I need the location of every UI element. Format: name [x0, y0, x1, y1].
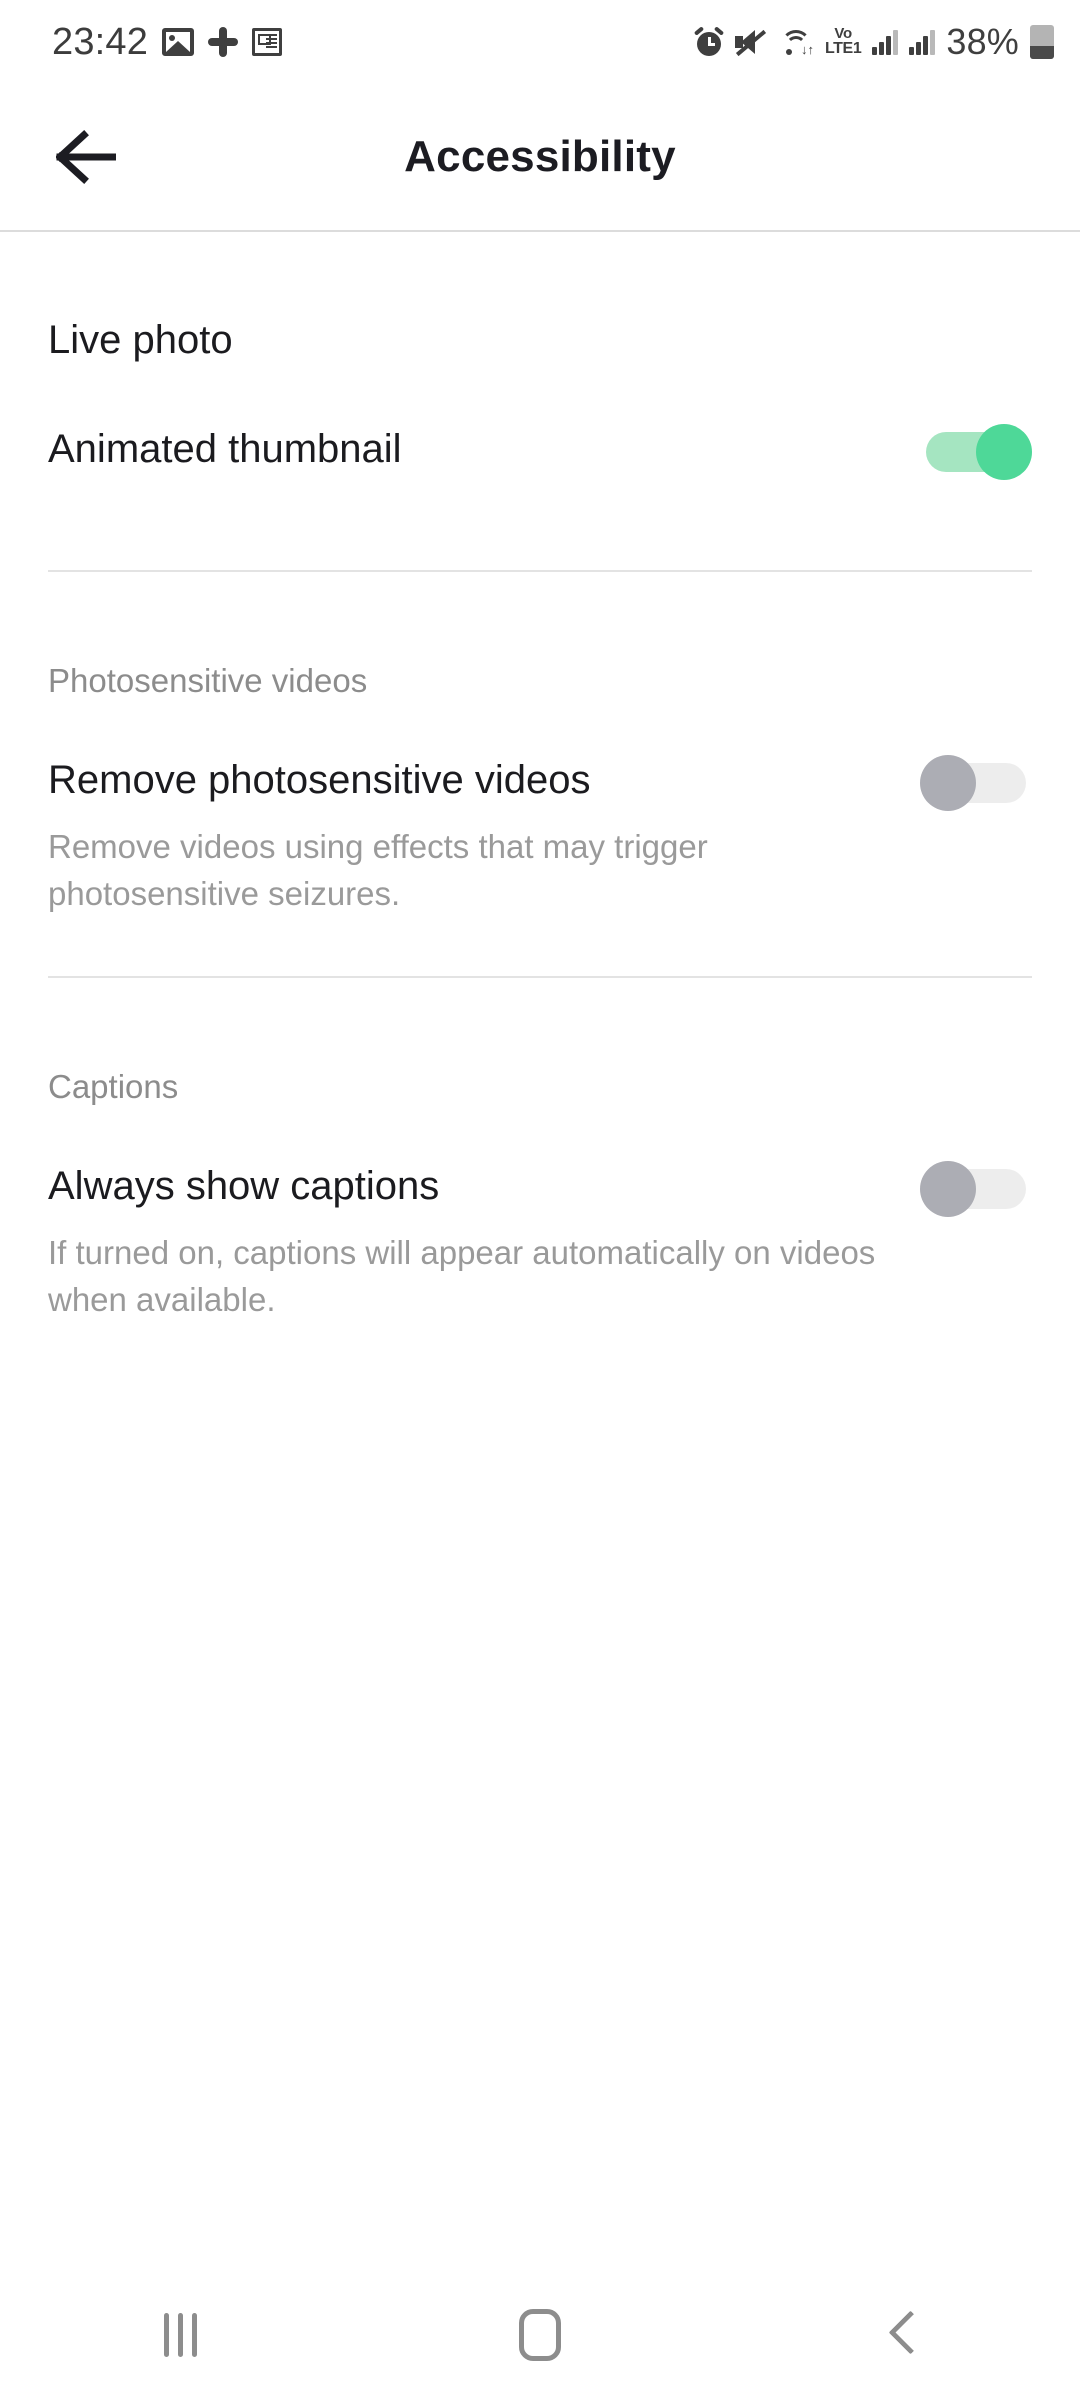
status-time: 23:42	[52, 20, 149, 63]
toggle-thumb	[920, 1160, 976, 1217]
battery-icon	[1030, 25, 1054, 59]
row-title-remove-photosensitive-videos: Remove photosensitive videos	[48, 758, 591, 802]
home-icon	[519, 2309, 561, 2361]
nav-recents-button[interactable]	[95, 2280, 265, 2390]
status-bar-right: ↓↑ Vo LTE1 38%	[693, 21, 1054, 63]
section-heading-photosensitive-videos: Photosensitive videos	[48, 662, 368, 699]
toggle-remove-photosensitive-videos[interactable]	[920, 755, 1032, 811]
row-text: Remove photosensitive videos Remove vide…	[48, 758, 920, 918]
section-captions: Captions Always show captions If turned …	[0, 978, 1080, 1324]
wifi-icon: ↓↑	[778, 28, 814, 56]
photo-icon	[162, 28, 195, 56]
row-remove-photosensitive-videos[interactable]: Remove photosensitive videos Remove vide…	[0, 755, 1080, 918]
system-nav-bar	[0, 2270, 1080, 2400]
section-heading-live-photo: Live photo	[48, 318, 233, 362]
battery-percent: 38%	[946, 21, 1019, 62]
row-text: Always show captions If turned on, capti…	[48, 1163, 920, 1324]
volte-label-top: Vo	[834, 25, 852, 43]
slack-icon	[208, 27, 239, 57]
row-title-animated-thumbnail: Animated thumbnail	[48, 427, 402, 471]
arrow-left-icon	[56, 130, 116, 184]
section-photosensitive-videos: Photosensitive videos Remove photosensit…	[0, 572, 1080, 978]
signal-icon-sim2	[909, 29, 936, 55]
app-bar: Accessibility	[0, 84, 1080, 232]
row-always-show-captions[interactable]: Always show captions If turned on, capti…	[0, 1160, 1080, 1324]
back-button[interactable]	[38, 109, 134, 205]
row-description-remove-photosensitive-videos: Remove videos using effects that may tri…	[48, 828, 708, 913]
row-description-always-show-captions: If turned on, captions will appear autom…	[48, 1234, 876, 1318]
page-title: Accessibility	[404, 132, 676, 181]
news-icon	[252, 28, 283, 56]
row-animated-thumbnail[interactable]: Animated thumbnail	[0, 424, 1080, 480]
volte-label-bottom: LTE1	[825, 40, 862, 58]
settings-list: Live photo Animated thumbnail Photosensi…	[0, 232, 1080, 1324]
toggle-always-show-captions[interactable]	[920, 1160, 1032, 1217]
nav-back-button[interactable]	[815, 2280, 985, 2390]
section-live-photo: Live photo Animated thumbnail	[0, 232, 1080, 572]
alarm-icon	[693, 26, 725, 57]
row-text: Animated thumbnail	[48, 427, 920, 471]
back-chevron-icon	[887, 2313, 913, 2357]
nav-home-button[interactable]	[455, 2280, 625, 2390]
signal-icon-sim1	[872, 29, 899, 55]
section-heading-captions: Captions	[48, 1067, 179, 1105]
volte-indicator: Vo LTE1	[825, 25, 862, 58]
recents-icon	[163, 2313, 197, 2357]
mute-icon	[735, 28, 767, 57]
toggle-animated-thumbnail[interactable]	[920, 424, 1032, 480]
phone-screen: 23:42 ↓↑ Vo LTE1 38% Accessibility Live …	[0, 0, 1080, 2400]
row-title-always-show-captions: Always show captions	[48, 1163, 440, 1208]
status-bar-left: 23:42	[52, 20, 283, 64]
toggle-thumb	[920, 755, 976, 811]
toggle-thumb	[976, 424, 1032, 480]
status-bar: 23:42 ↓↑ Vo LTE1 38%	[0, 0, 1080, 84]
